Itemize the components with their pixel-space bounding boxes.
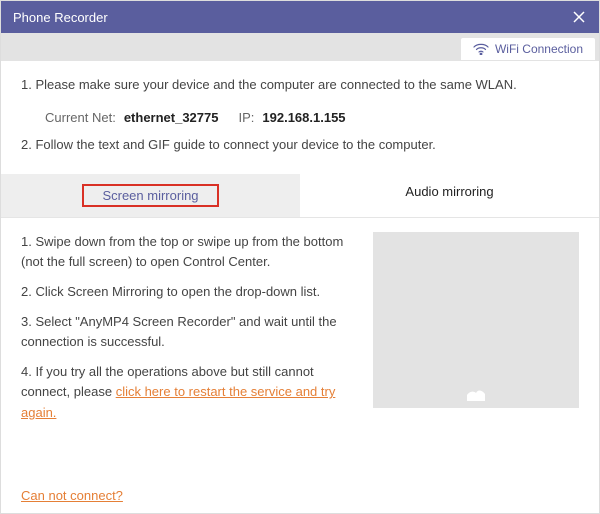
tab-screen-mirroring[interactable]: Screen mirroring: [1, 174, 300, 217]
content-area: 1. Please make sure your device and the …: [1, 61, 599, 513]
guide-panel: 1. Swipe down from the top or swipe up f…: [21, 218, 579, 447]
instruction-step2: 2. Follow the text and GIF guide to conn…: [21, 135, 579, 156]
ip-label: IP:: [238, 110, 254, 125]
phone-recorder-window: Phone Recorder WiFi Connection 1. Please…: [0, 0, 600, 514]
cursor-icon: [465, 383, 487, 404]
tab-screen-mirroring-label: Screen mirroring: [82, 184, 218, 207]
wifi-connection-label: WiFi Connection: [495, 42, 583, 56]
tab-audio-mirroring-label: Audio mirroring: [405, 184, 493, 199]
cannot-connect-link[interactable]: Can not connect?: [21, 488, 123, 503]
tab-audio-mirroring[interactable]: Audio mirroring: [300, 174, 599, 217]
close-icon: [572, 10, 586, 24]
close-button[interactable]: [569, 7, 589, 27]
guide-step-1: 1. Swipe down from the top or swipe up f…: [21, 232, 361, 272]
mirroring-tabs: Screen mirroring Audio mirroring: [1, 174, 599, 218]
wifi-icon: [473, 43, 489, 55]
titlebar: Phone Recorder: [1, 1, 599, 33]
guide-step-4: 4. If you try all the operations above b…: [21, 362, 361, 422]
connection-mode-bar: WiFi Connection: [1, 33, 599, 61]
ip-value: 192.168.1.155: [262, 110, 345, 125]
gif-guide-placeholder: [373, 232, 579, 408]
guide-step-3: 3. Select "AnyMP4 Screen Recorder" and w…: [21, 312, 361, 352]
current-net-value: ethernet_32775: [124, 110, 219, 125]
network-info-row: Current Net: ethernet_32775 IP: 192.168.…: [21, 110, 579, 125]
guide-step-2: 2. Click Screen Mirroring to open the dr…: [21, 282, 361, 302]
footer: Can not connect?: [21, 480, 579, 503]
window-title: Phone Recorder: [13, 10, 108, 25]
wifi-connection-tab[interactable]: WiFi Connection: [461, 38, 595, 60]
current-net-label: Current Net:: [45, 110, 116, 125]
steps-list: 1. Swipe down from the top or swipe up f…: [21, 232, 361, 433]
instruction-step1: 1. Please make sure your device and the …: [21, 75, 579, 96]
